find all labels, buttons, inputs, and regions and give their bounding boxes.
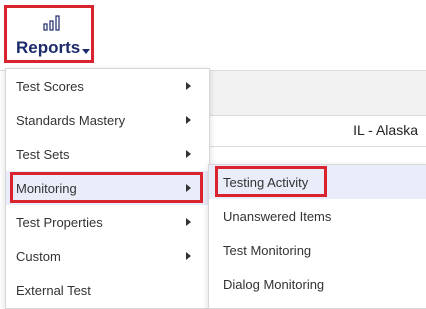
chevron-right-icon <box>186 150 191 158</box>
submenu-item-test-monitoring[interactable]: Test Monitoring <box>209 233 426 267</box>
chevron-right-icon <box>186 116 191 124</box>
menu-item-external-test[interactable]: External Test <box>6 273 209 307</box>
menu-item-label: Test Sets <box>16 147 70 162</box>
menu-item-label: External Test <box>16 283 91 298</box>
menu-item-label: Test Properties <box>16 215 103 230</box>
chevron-right-icon <box>186 252 191 260</box>
menu-item-label: Standards Mastery <box>16 113 126 128</box>
top-bar: Reports <box>0 0 426 71</box>
chevron-right-icon <box>186 82 191 90</box>
reports-dropdown-menu: Test Scores Standards Mastery Test Sets … <box>5 68 210 309</box>
menu-item-standards-mastery[interactable]: Standards Mastery <box>6 103 209 137</box>
menu-item-test-scores[interactable]: Test Scores <box>6 69 209 103</box>
submenu-item-label: Dialog Monitoring <box>223 277 325 292</box>
menu-item-test-sets[interactable]: Test Sets <box>6 137 209 171</box>
submenu-item-dialog-monitoring[interactable]: Dialog Monitoring <box>209 267 426 301</box>
submenu-item-unanswered-items[interactable]: Unanswered Items <box>209 199 426 233</box>
reports-menu-button[interactable]: Reports <box>4 5 94 63</box>
caret-down-icon <box>82 49 90 54</box>
submenu-item-label: Test Monitoring <box>223 243 312 258</box>
chevron-right-icon <box>186 184 191 192</box>
menu-item-label: Custom <box>16 249 61 264</box>
background-band <box>208 71 426 116</box>
menu-item-monitoring[interactable]: Monitoring <box>6 171 209 205</box>
monitoring-submenu: Testing Activity Unanswered Items Test M… <box>208 164 426 309</box>
submenu-item-testing-activity[interactable]: Testing Activity <box>209 165 426 199</box>
chevron-right-icon <box>186 218 191 226</box>
submenu-item-label: Testing Activity <box>223 175 309 190</box>
bar-chart-icon <box>43 15 60 31</box>
menu-item-label: Monitoring <box>16 181 77 196</box>
menu-item-label: Test Scores <box>16 79 84 94</box>
reports-label: Reports <box>16 38 81 57</box>
menu-item-test-properties[interactable]: Test Properties <box>6 205 209 239</box>
menu-item-custom[interactable]: Custom <box>6 239 209 273</box>
submenu-item-label: Unanswered Items <box>223 209 332 224</box>
state-selector[interactable]: IL - Alaska <box>353 122 418 138</box>
